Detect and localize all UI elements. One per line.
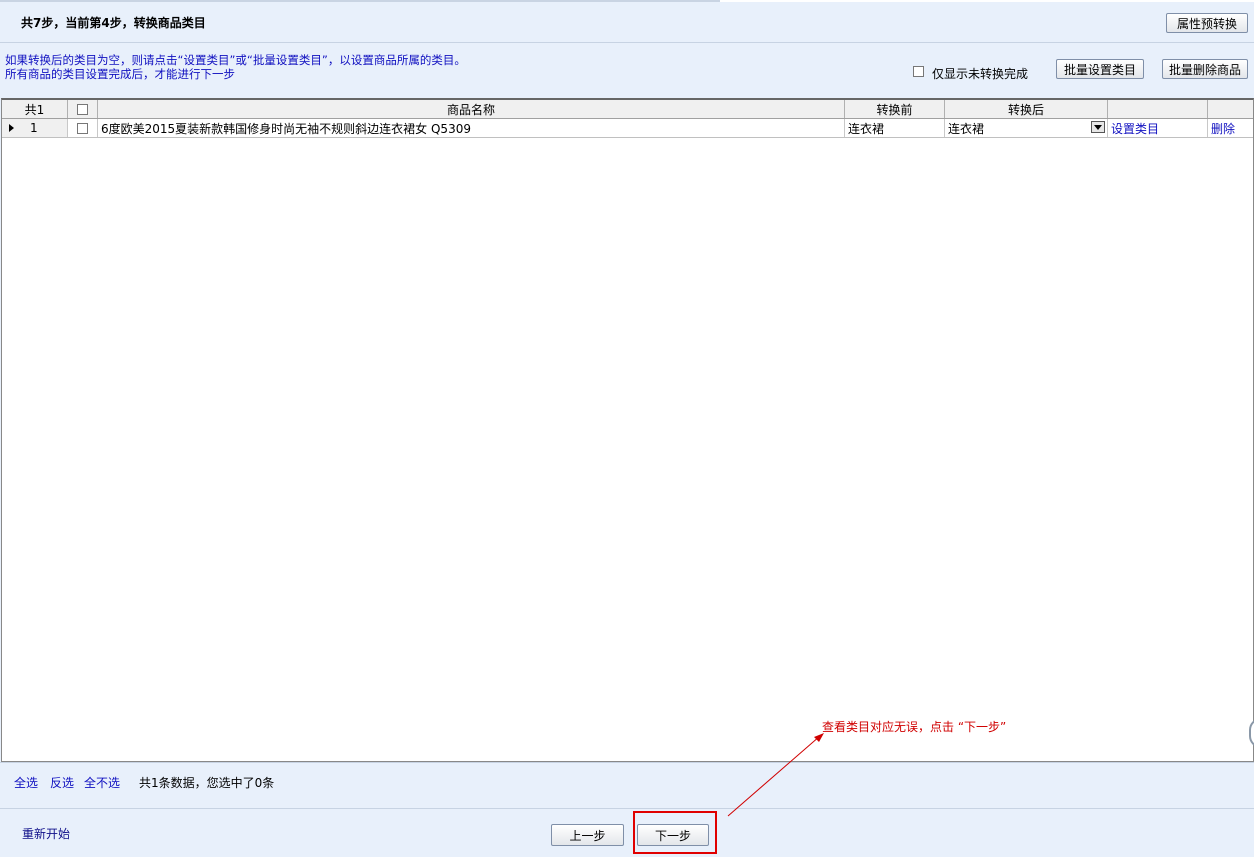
row-index: 1	[30, 121, 38, 135]
product-name: 6度欧美2015夏装新款韩国修身时尚无袖不规则斜边连衣裙女 Q5309	[98, 119, 845, 137]
count-header: 共1	[2, 100, 68, 118]
annotation-text: 查看类目对应无误，点击 “下一步”	[822, 720, 1007, 734]
column-header-before[interactable]: 转换前	[845, 100, 945, 118]
table-row[interactable]: 1 6度欧美2015夏装新款韩国修身时尚无袖不规则斜边连衣裙女 Q5309 连衣…	[2, 119, 1253, 138]
row-checkbox[interactable]	[77, 122, 88, 134]
selection-bar: 全选 反选 全不选 共1条数据，您选中了0条	[0, 762, 1254, 809]
category-after-value: 连衣裙	[948, 121, 985, 136]
step-header: 共7步，当前第4步，转换商品类目 属性预转换	[0, 2, 1254, 43]
category-before: 连衣裙	[845, 119, 945, 137]
select-none-link[interactable]: 全不选	[84, 774, 120, 791]
batch-set-category-button[interactable]: 批量设置类目	[1056, 59, 1144, 79]
restart-link[interactable]: 重新开始	[22, 825, 70, 842]
next-step-highlight-box	[633, 811, 717, 854]
set-category-link[interactable]: 设置类目	[1108, 119, 1208, 137]
row-pointer-icon	[9, 124, 14, 132]
row-checkbox-cell	[68, 119, 98, 137]
instruction-line-2: 所有商品的类目设置完成后，才能进行下一步	[5, 67, 235, 81]
delete-link[interactable]: 删除	[1208, 119, 1253, 137]
dropdown-arrow-icon[interactable]	[1091, 121, 1105, 133]
category-after-select[interactable]: 连衣裙	[945, 119, 1108, 137]
product-grid: 共1 商品名称 转换前 转换后 1 6度欧美2015夏装新款韩国修身时尚无袖不规…	[1, 98, 1254, 762]
column-header-delete	[1208, 100, 1253, 118]
annotation-arrow	[727, 733, 824, 817]
prev-step-button[interactable]: 上一步	[551, 824, 624, 846]
grid-header: 共1 商品名称 转换前 转换后	[2, 100, 1253, 119]
only-unconverted-label: 仅显示未转换完成	[932, 67, 1029, 81]
only-unconverted-checkbox[interactable]	[913, 66, 924, 77]
column-header-action	[1108, 100, 1208, 118]
invert-selection-link[interactable]: 反选	[50, 774, 74, 791]
column-header-after[interactable]: 转换后	[945, 100, 1108, 118]
row-header-cell: 1	[2, 119, 68, 137]
selection-summary: 共1条数据，您选中了0条	[139, 776, 275, 790]
select-all-header-cell	[68, 100, 98, 118]
wizard-footer: 重新开始 上一步 下一步	[0, 808, 1254, 857]
attribute-preconvert-button[interactable]: 属性预转换	[1166, 13, 1248, 33]
header-select-checkbox[interactable]	[77, 103, 88, 115]
select-all-link[interactable]: 全选	[14, 774, 38, 791]
batch-delete-button[interactable]: 批量删除商品	[1162, 59, 1248, 79]
column-header-name[interactable]: 商品名称	[98, 100, 845, 118]
page-title: 共7步，当前第4步，转换商品类目	[21, 16, 206, 30]
